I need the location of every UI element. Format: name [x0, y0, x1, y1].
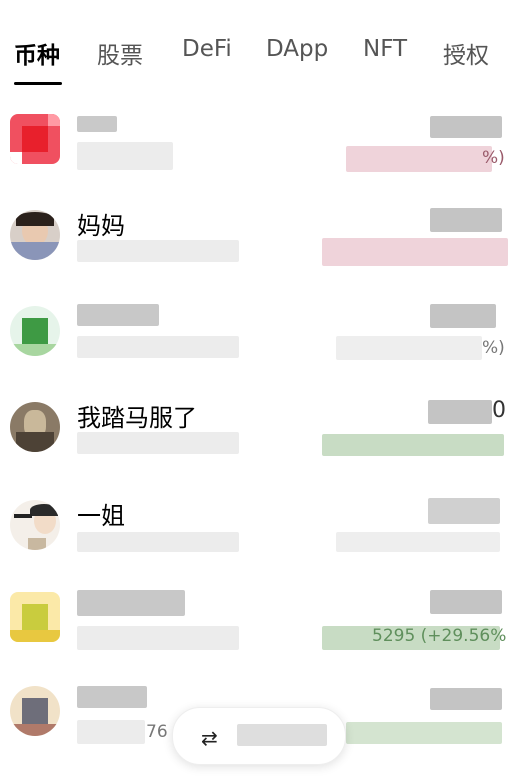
token-balance-blurred	[430, 304, 496, 328]
token-balance-snippet: 0	[492, 398, 506, 423]
token-value-blurred	[346, 146, 492, 172]
token-row[interactable]: %)	[0, 104, 519, 199]
tab-dapp[interactable]: DApp	[266, 36, 328, 62]
manage-coins-button[interactable]: ⇄	[172, 707, 346, 765]
token-value-blurred	[346, 722, 502, 744]
token-name-blurred	[77, 116, 117, 132]
mixed-pixel-avatar	[10, 686, 60, 736]
price-change-snippet: 5295 (+29.56%	[372, 626, 507, 646]
cartoon-girl-avatar	[10, 500, 60, 550]
token-row[interactable]: 妈妈	[0, 198, 519, 293]
tab-authorization[interactable]: 授权	[443, 36, 489, 70]
token-row[interactable]: 我踏马服了 0	[0, 390, 519, 485]
token-value-blurred	[336, 532, 500, 552]
token-title: 我踏马服了	[77, 404, 197, 432]
price-change-snippet: %)	[482, 338, 505, 358]
token-balance-blurred	[428, 498, 500, 524]
token-name-blurred	[77, 304, 159, 326]
active-tab-indicator	[14, 82, 62, 85]
token-subline-blurred	[77, 432, 239, 454]
token-value-blurred	[322, 238, 508, 266]
token-subline-blurred	[77, 142, 173, 170]
token-row[interactable]: 5295 (+29.56%	[0, 584, 519, 679]
token-subline-blurred	[77, 720, 145, 744]
token-value-blurred	[322, 434, 504, 456]
token-title: 一姐	[77, 502, 125, 530]
tab-nft[interactable]: NFT	[363, 36, 407, 62]
asset-tab-bar: 币种 股票 DeFi DApp NFT 授权	[0, 0, 519, 90]
token-balance-blurred	[428, 400, 492, 424]
woman-portrait-avatar	[10, 210, 60, 260]
token-balance-blurred	[430, 116, 502, 138]
token-balance-blurred	[430, 590, 502, 614]
token-row[interactable]: 一姐	[0, 488, 519, 583]
price-change-snippet: %)	[482, 148, 505, 168]
yellow-pixel-avatar	[10, 592, 60, 642]
manage-button-label-blurred	[237, 724, 327, 746]
manage-icon: ⇄	[201, 726, 218, 750]
token-subline-blurred	[77, 626, 239, 650]
token-value-blurred	[336, 336, 482, 360]
tab-defi[interactable]: DeFi	[182, 36, 232, 62]
token-subline-blurred	[77, 336, 239, 358]
tab-coins[interactable]: 币种	[14, 36, 60, 70]
token-row[interactable]: %)	[0, 294, 519, 389]
green-pixel-avatar	[10, 306, 60, 356]
token-balance-blurred	[430, 688, 502, 710]
token-balance-blurred	[430, 208, 502, 232]
token-name-blurred	[77, 590, 185, 616]
token-subline-snippet: 76	[146, 722, 168, 742]
token-subline-blurred	[77, 240, 239, 262]
token-name-blurred	[77, 686, 147, 708]
token-subline-blurred	[77, 532, 239, 552]
token-title: 妈妈	[77, 212, 125, 240]
dragon-figure-avatar	[10, 402, 60, 452]
tab-stocks[interactable]: 股票	[97, 36, 143, 70]
red-pixel-avatar	[10, 114, 60, 164]
